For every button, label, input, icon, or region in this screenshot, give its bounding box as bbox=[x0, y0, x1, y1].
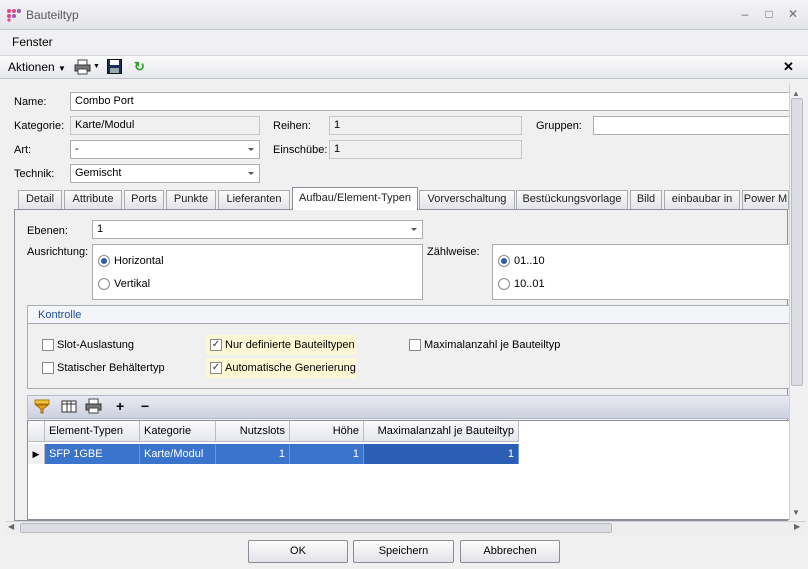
refresh-icon[interactable]: ↻ bbox=[134, 59, 145, 75]
grid-header-maximalanzahl[interactable]: Maximalanzahl je Bauteiltyp bbox=[364, 421, 519, 442]
ebenen-value: 1 bbox=[97, 223, 104, 235]
vertical-scroll-thumb[interactable] bbox=[791, 98, 803, 386]
horizontal-scroll-thumb[interactable] bbox=[20, 523, 612, 533]
grid-corner bbox=[28, 421, 45, 442]
scroll-down-icon[interactable]: ▼ bbox=[792, 508, 800, 517]
zaehlweise-label: Zählweise: bbox=[427, 246, 480, 258]
ebenen-label: Ebenen: bbox=[27, 225, 68, 237]
kontrolle-title: Kontrolle bbox=[38, 309, 82, 321]
grid-header-hoehe[interactable]: Höhe bbox=[290, 421, 364, 442]
ebenen-select[interactable]: 1 bbox=[92, 220, 423, 239]
zaehlweise-10-01-radio[interactable] bbox=[498, 278, 510, 290]
scroll-up-icon[interactable]: ▲ bbox=[792, 89, 800, 98]
zaehlweise-group bbox=[492, 244, 790, 300]
chevron-down-icon bbox=[411, 228, 417, 231]
technik-label: Technik: bbox=[14, 168, 55, 180]
tab-lieferanten[interactable]: Lieferanten bbox=[218, 190, 290, 209]
statischer-behaeltertyp-checkbox[interactable] bbox=[42, 362, 54, 374]
statischer-behaeltertyp-label: Statischer Behältertyp bbox=[57, 362, 165, 374]
menu-bar bbox=[0, 31, 808, 54]
kategorie-field: Karte/Modul bbox=[70, 116, 260, 135]
maximize-button[interactable]: □ bbox=[761, 7, 777, 21]
gruppen-field[interactable] bbox=[593, 116, 790, 135]
technik-select[interactable]: Gemischt bbox=[70, 164, 260, 183]
scroll-right-icon[interactable]: ▶ bbox=[794, 522, 800, 531]
tab-bild[interactable]: Bild bbox=[630, 190, 662, 209]
horizontal-label: Horizontal bbox=[114, 255, 164, 267]
ausrichtung-group bbox=[92, 244, 423, 300]
maximalanzahl-label: Maximalanzahl je Bauteiltyp bbox=[424, 339, 561, 351]
print-icon[interactable] bbox=[74, 59, 92, 75]
gruppen-label: Gruppen: bbox=[536, 120, 582, 132]
nur-definierte-checkbox[interactable]: ✓ bbox=[210, 339, 222, 351]
einschuebe-field: 1 bbox=[329, 140, 522, 159]
print-dropdown-icon[interactable]: ▼ bbox=[93, 63, 100, 70]
grid-print-icon[interactable] bbox=[85, 398, 103, 414]
grid-header-nutzslots[interactable]: Nutzslots bbox=[216, 421, 290, 442]
speichern-button[interactable]: Speichern bbox=[353, 540, 454, 563]
chevron-down-icon: ▼ bbox=[58, 64, 66, 73]
automatische-generierung-label: Automatische Generierung bbox=[225, 362, 356, 374]
slot-auslastung-label: Slot-Auslastung bbox=[57, 339, 135, 351]
art-label: Art: bbox=[14, 144, 32, 156]
aktionen-menu-button[interactable]: Aktionen ▼ bbox=[8, 60, 66, 74]
zaehlweise-10-01-label: 10..01 bbox=[514, 278, 545, 290]
slot-auslastung-checkbox[interactable] bbox=[42, 339, 54, 351]
kategorie-label: Kategorie: bbox=[14, 120, 65, 132]
name-field[interactable]: Combo Port bbox=[70, 92, 790, 111]
menu-fenster[interactable]: Fenster bbox=[12, 35, 53, 49]
add-row-button[interactable]: + bbox=[116, 398, 124, 414]
reihen-label: Reihen: bbox=[273, 120, 311, 132]
tab-vorverschaltung[interactable]: Vorverschaltung bbox=[419, 190, 515, 209]
chevron-down-icon bbox=[248, 148, 254, 151]
grid-cell-kategorie[interactable]: Karte/Modul bbox=[140, 444, 216, 464]
kontrolle-header bbox=[28, 306, 790, 324]
row-indicator-icon[interactable]: ▶ bbox=[28, 444, 45, 464]
einschuebe-label: Einschübe: bbox=[273, 144, 328, 156]
reihen-field: 1 bbox=[329, 116, 522, 135]
maximalanzahl-checkbox[interactable] bbox=[409, 339, 421, 351]
close-window-button[interactable]: ✕ bbox=[785, 7, 801, 21]
grid-cell-hoehe[interactable]: 1 bbox=[290, 444, 364, 464]
minimize-button[interactable]: – bbox=[737, 7, 753, 21]
tab-punkte[interactable]: Punkte bbox=[166, 190, 216, 209]
grid-cell-element-typ[interactable]: SFP 1GBE bbox=[45, 444, 140, 464]
remove-row-button[interactable]: − bbox=[141, 398, 149, 414]
aktionen-label: Aktionen bbox=[8, 60, 55, 74]
close-document-button[interactable]: ✕ bbox=[783, 59, 794, 75]
grid-header-element-typen[interactable]: Element-Typen bbox=[45, 421, 140, 442]
tab-power[interactable]: Power M bbox=[742, 190, 789, 209]
art-value: - bbox=[75, 143, 79, 155]
chevron-down-icon bbox=[248, 172, 254, 175]
zaehlweise-01-10-radio[interactable] bbox=[498, 255, 510, 267]
art-select[interactable]: - bbox=[70, 140, 260, 159]
zaehlweise-01-10-label: 01..10 bbox=[514, 255, 545, 267]
grid-cell-maximalanzahl[interactable]: 1 bbox=[364, 444, 519, 464]
horizontal-radio[interactable] bbox=[98, 255, 110, 267]
scroll-left-icon[interactable]: ◀ bbox=[8, 522, 14, 531]
tab-detail[interactable]: Detail bbox=[18, 190, 62, 209]
name-label: Name: bbox=[14, 96, 47, 108]
grid-cell-nutzslots[interactable]: 1 bbox=[216, 444, 290, 464]
tab-aufbau-element-typen[interactable]: Aufbau/Element-Typen bbox=[292, 187, 418, 210]
technik-value: Gemischt bbox=[75, 167, 122, 179]
nur-definierte-label: Nur definierte Bauteiltypen bbox=[225, 339, 355, 351]
automatische-generierung-checkbox[interactable]: ✓ bbox=[210, 362, 222, 374]
window-title: Bauteiltyp bbox=[26, 8, 79, 22]
tab-ports[interactable]: Ports bbox=[124, 190, 164, 209]
grid-header-kategorie[interactable]: Kategorie bbox=[140, 421, 216, 442]
abbrechen-button[interactable]: Abbrechen bbox=[460, 540, 560, 563]
tab-attribute[interactable]: Attribute bbox=[64, 190, 122, 209]
save-icon[interactable] bbox=[107, 59, 122, 74]
column-chooser-icon[interactable] bbox=[61, 399, 77, 414]
ok-button[interactable]: OK bbox=[248, 540, 348, 563]
filter-icon[interactable] bbox=[34, 399, 50, 414]
vertikal-label: Vertikal bbox=[114, 278, 151, 290]
app-logo-icon bbox=[7, 9, 21, 22]
ausrichtung-label: Ausrichtung: bbox=[27, 246, 89, 258]
tab-bestueckungsvorlage[interactable]: Bestückungsvorlage bbox=[516, 190, 628, 209]
tab-einbaubar-in[interactable]: einbaubar in bbox=[664, 190, 740, 209]
vertikal-radio[interactable] bbox=[98, 278, 110, 290]
window-titlebar bbox=[0, 0, 808, 30]
